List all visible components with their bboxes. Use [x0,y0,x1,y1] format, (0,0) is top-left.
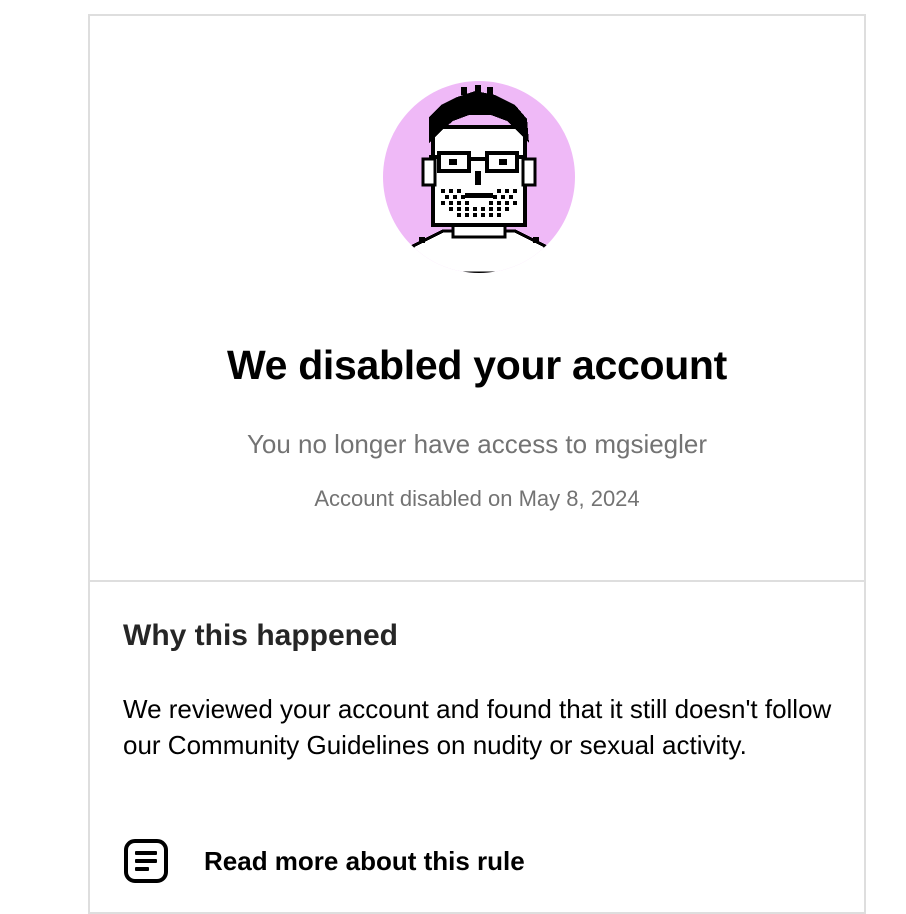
account-status-section: We disabled your account You no longer h… [90,16,864,582]
avatar [383,81,575,273]
document-lines-icon [124,839,168,883]
reason-body: We reviewed your account and found that … [123,694,832,760]
disabled-date: Account disabled on May 8, 2024 [314,486,640,511]
pixel-portrait-icon [411,85,547,273]
page-title: We disabled your account [226,342,728,388]
read-rule-label: Read more about this rule [204,845,525,876]
reason-heading: Why this happened [123,619,399,652]
read-rule-link[interactable]: Read more about this rule [123,838,525,884]
disabled-account-card: We disabled your account You no longer h… [88,14,866,914]
access-message: You no longer have access to mgsiegler [246,429,708,459]
